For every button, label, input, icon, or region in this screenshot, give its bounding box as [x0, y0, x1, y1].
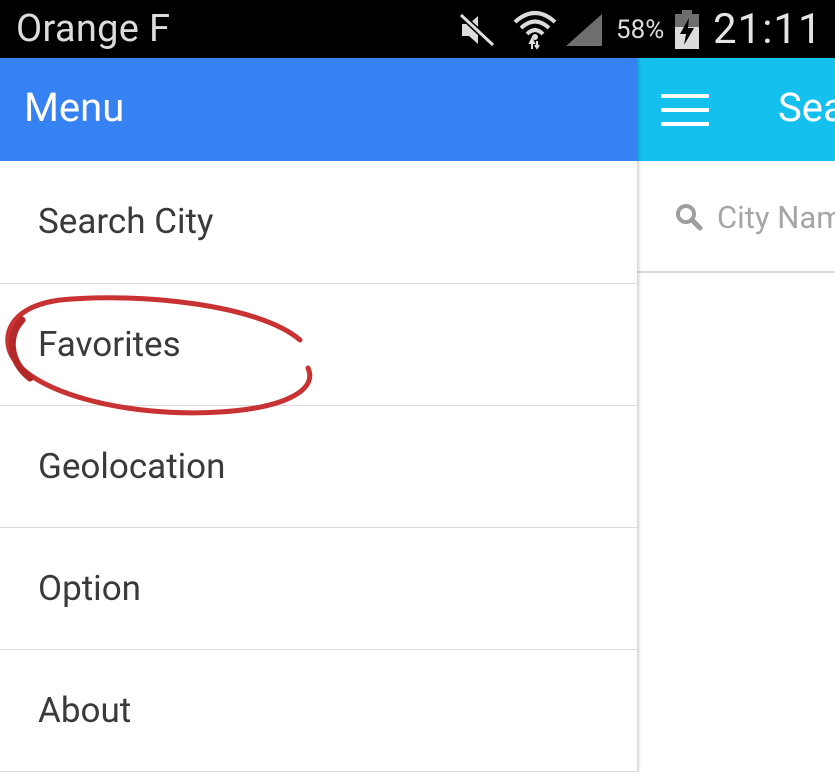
- menu-item-geolocation[interactable]: Geolocation: [0, 406, 637, 528]
- menu-item-label: Search City: [38, 201, 214, 242]
- menu-item-label: Favorites: [38, 324, 181, 365]
- search-bar: [637, 161, 835, 273]
- battery-percent: 58%: [616, 15, 665, 45]
- search-icon: [676, 204, 703, 231]
- menu-item-label: Option: [38, 568, 141, 609]
- signal-icon: [566, 14, 602, 46]
- page-title: Sea: [778, 84, 835, 131]
- hamburger-icon[interactable]: [661, 94, 709, 128]
- battery-charging-icon: [675, 10, 699, 49]
- menu-item-option[interactable]: Option: [0, 528, 637, 650]
- main-toolbar: Sea: [637, 58, 835, 161]
- city-search-input[interactable]: [717, 195, 835, 239]
- drawer-title: Menu: [24, 84, 125, 131]
- wifi-icon: [513, 11, 557, 50]
- menu-item-search-city[interactable]: Search City: [0, 161, 637, 284]
- menu-list: Search City Favorites Geolocation Option…: [0, 161, 637, 772]
- menu-item-favorites[interactable]: Favorites: [0, 284, 637, 406]
- navigation-drawer: Menu Search City Favorites Geolocation O…: [0, 58, 637, 772]
- main-content-area: [637, 273, 835, 772]
- status-bar: Orange F 58% 21:11: [0, 0, 835, 58]
- carrier-name: Orange F: [16, 7, 171, 51]
- clock: 21:11: [713, 5, 823, 54]
- menu-item-about[interactable]: About: [0, 650, 637, 772]
- menu-item-label: Geolocation: [38, 446, 226, 487]
- mute-icon: [458, 12, 496, 48]
- menu-item-label: About: [38, 690, 132, 731]
- drawer-header: Menu: [0, 58, 637, 161]
